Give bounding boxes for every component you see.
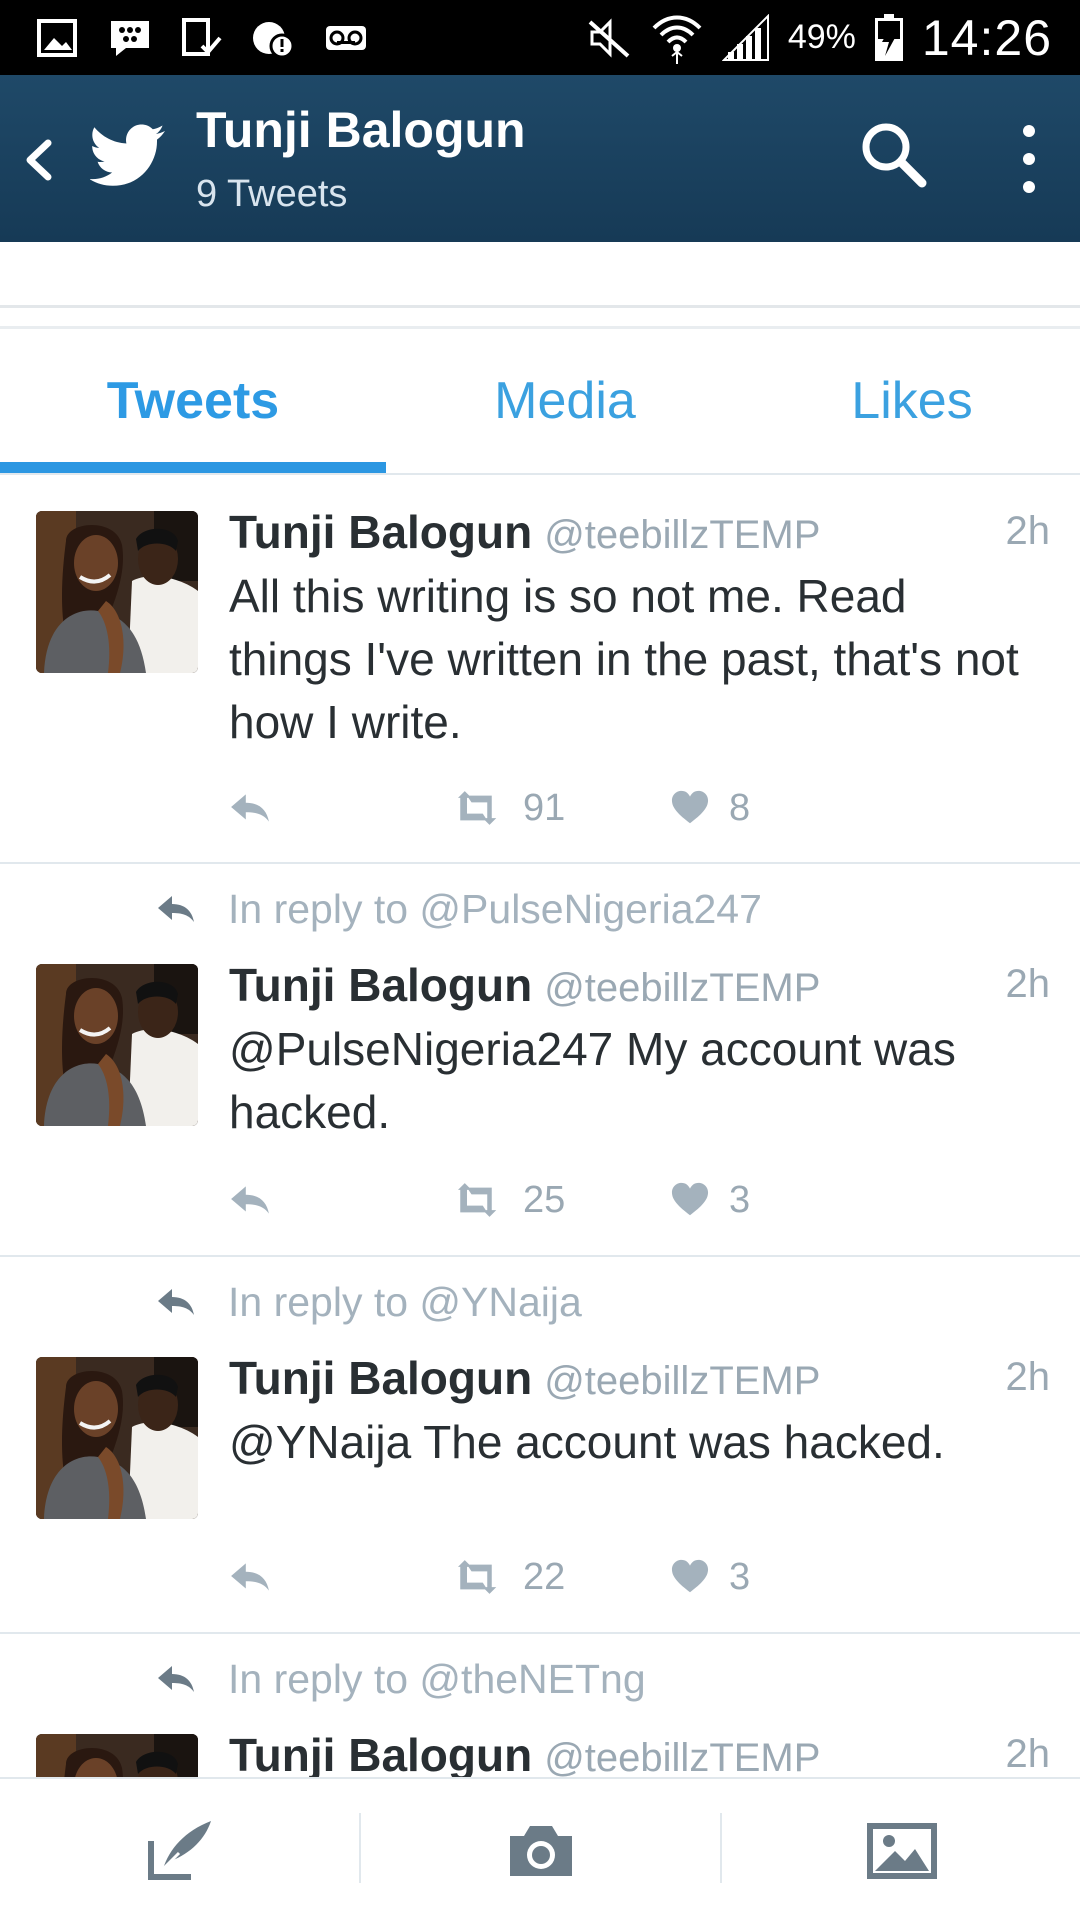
bottom-action-bar — [0, 1777, 1080, 1922]
app-bar: Tunji Balogun 9 Tweets — [0, 75, 1080, 242]
retweet-button[interactable]: 22 — [449, 1552, 565, 1602]
author-handle: @teebillzTEMP — [544, 966, 821, 1010]
tweet-count: 9 Tweets — [196, 173, 348, 215]
tweet-actions: 22 3 — [229, 1552, 829, 1602]
tweet-header: Tunji Balogun @teebillzTEMP 2h — [229, 1728, 1050, 1777]
tweet-item[interactable]: In reply to @YNaija Tunji Balogun @teebil… — [0, 1257, 1080, 1634]
tweet-actions: 91 8 — [229, 783, 829, 833]
tweet-item[interactable]: In reply to @theNETng Tunji Balogun @teeb… — [0, 1634, 1080, 1777]
avatar[interactable] — [36, 1734, 198, 1777]
back-icon[interactable] — [14, 125, 64, 195]
camera-icon — [509, 1825, 572, 1876]
author-handle: @teebillzTEMP — [544, 1736, 821, 1777]
tab-media[interactable]: Media — [386, 329, 744, 473]
tweet-item[interactable]: Tunji Balogun @teebillzTEMP 2h All this w… — [0, 475, 1080, 864]
mute-icon — [588, 17, 630, 58]
tweet-time: 2h — [1005, 509, 1051, 553]
tweet-header: Tunji Balogun @teebillzTEMP 2h — [229, 505, 1050, 561]
tweet-time: 2h — [1005, 1355, 1051, 1399]
tweet-text: @YNaija The account was hacked. — [229, 1416, 945, 1468]
divider — [0, 305, 1080, 308]
author-handle: @teebillzTEMP — [544, 513, 821, 557]
reply-context-icon — [156, 1287, 196, 1317]
retweet-icon — [449, 1183, 503, 1217]
alert-icon — [253, 21, 295, 58]
retweet-button[interactable]: 91 — [449, 783, 565, 833]
tweet-timeline[interactable]: Tunji Balogun @teebillzTEMP 2h All this w… — [0, 475, 1080, 1777]
status-bar: 49% 14:26 — [0, 0, 1080, 75]
tweet-header: Tunji Balogun @teebillzTEMP 2h — [229, 1351, 1050, 1407]
reply-context-text: In reply to @PulseNigeria247 — [228, 885, 762, 932]
tweet-item[interactable]: In reply to @PulseNigeria247 Tunji Balog… — [0, 864, 1080, 1257]
active-tab-indicator — [0, 462, 386, 473]
device-check-icon — [182, 17, 222, 56]
retweet-count: 22 — [523, 1555, 566, 1598]
wifi-icon — [652, 15, 702, 64]
photo-gallery-button[interactable] — [722, 1779, 1080, 1922]
author-name[interactable]: Tunji Balogun — [229, 1729, 532, 1777]
retweet-count: 91 — [523, 786, 566, 829]
retweet-icon — [449, 791, 503, 825]
author-name[interactable]: Tunji Balogun — [229, 1352, 532, 1404]
author-name[interactable]: Tunji Balogun — [229, 959, 532, 1011]
header-spacer — [0, 242, 1080, 328]
search-icon[interactable] — [858, 119, 930, 191]
retweet-count: 25 — [523, 1178, 566, 1221]
reply-context-icon — [156, 1664, 196, 1694]
reply-button[interactable] — [229, 1175, 271, 1225]
tweet-time: 2h — [1005, 962, 1051, 1006]
tweet-actions: 25 3 — [229, 1175, 829, 1225]
author-handle: @teebillzTEMP — [544, 1359, 821, 1403]
compose-tweet-button[interactable] — [0, 1779, 359, 1922]
profile-tabs: Tweets Media Likes — [0, 329, 1080, 475]
like-button[interactable]: 3 — [671, 1552, 750, 1602]
status-bar-left-icons — [36, 0, 368, 75]
photo-gallery-icon — [866, 1822, 937, 1879]
avatar[interactable] — [36, 964, 198, 1126]
tab-likes[interactable]: Likes — [744, 329, 1080, 473]
gallery-icon — [37, 18, 77, 57]
signal-icon — [721, 13, 769, 61]
camera-button[interactable] — [361, 1779, 720, 1922]
more-vert-icon[interactable] — [1005, 119, 1053, 199]
twitter-bird-icon[interactable] — [90, 123, 166, 189]
heart-icon — [671, 790, 709, 826]
tweet-text: All this writing is so not me. Read thin… — [229, 570, 1019, 748]
tab-tweets[interactable]: Tweets — [0, 329, 386, 473]
reply-context[interactable]: In reply to @PulseNigeria247 — [156, 881, 762, 937]
reply-icon — [229, 1561, 271, 1593]
retweet-icon — [449, 1560, 503, 1594]
reply-icon — [229, 1184, 271, 1216]
like-button[interactable]: 3 — [671, 1175, 750, 1225]
avatar[interactable] — [36, 511, 198, 673]
reply-context[interactable]: In reply to @theNETng — [156, 1651, 646, 1707]
reply-button[interactable] — [229, 1552, 271, 1602]
reply-context[interactable]: In reply to @YNaija — [156, 1274, 582, 1330]
like-count: 3 — [729, 1555, 751, 1598]
reply-icon — [229, 792, 271, 824]
like-count: 3 — [729, 1178, 751, 1221]
status-bar-right: 49% 14:26 — [588, 0, 1052, 75]
reply-context-icon — [156, 894, 196, 924]
bbm-icon — [111, 20, 149, 56]
voicemail-icon — [326, 25, 366, 50]
tweet-time: 2h — [1005, 1732, 1051, 1776]
battery-percent: 49% — [787, 18, 856, 56]
like-count: 8 — [729, 786, 751, 829]
like-button[interactable]: 8 — [671, 783, 750, 833]
tweet-text: @PulseNigeria247 My account was hacked. — [229, 1023, 956, 1138]
reply-context-text: In reply to @YNaija — [228, 1278, 582, 1325]
avatar[interactable] — [36, 1357, 198, 1519]
tweet-header: Tunji Balogun @teebillzTEMP 2h — [229, 958, 1050, 1014]
reply-button[interactable] — [229, 783, 271, 833]
compose-tweet-icon — [147, 1820, 211, 1880]
retweet-button[interactable]: 25 — [449, 1175, 565, 1225]
status-time: 14:26 — [921, 9, 1052, 66]
profile-title: Tunji Balogun — [196, 102, 526, 158]
heart-icon — [671, 1182, 709, 1218]
battery-charging-icon — [874, 13, 903, 61]
author-name[interactable]: Tunji Balogun — [229, 506, 532, 558]
heart-icon — [671, 1559, 709, 1595]
reply-context-text: In reply to @theNETng — [228, 1655, 646, 1702]
